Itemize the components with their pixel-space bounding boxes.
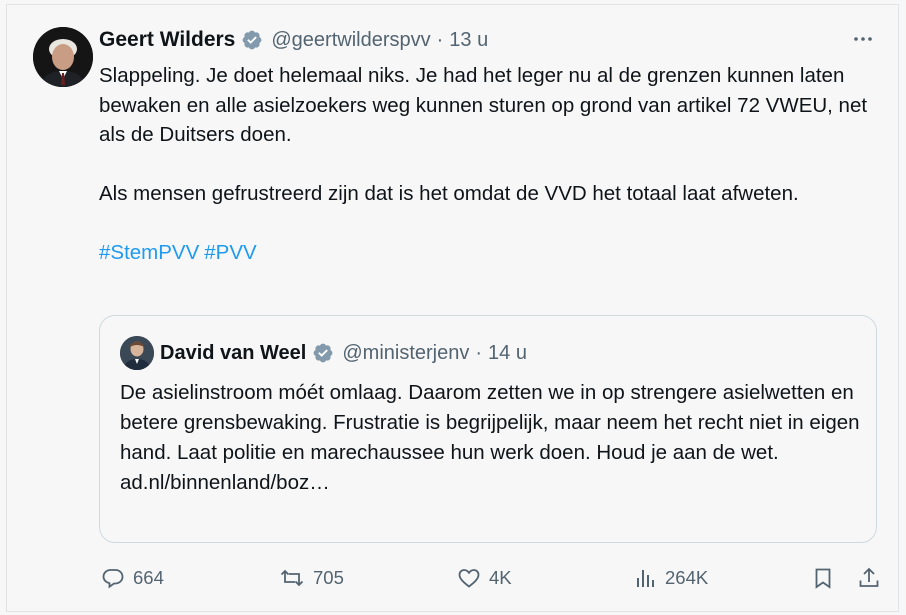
share-icon — [859, 567, 879, 587]
quoted-author-handle[interactable]: @ministerjenv — [342, 342, 469, 365]
quoted-tweet-header: David van Weel @ministerjenv · 14 u — [160, 338, 527, 368]
reply-count: 664 — [133, 567, 164, 588]
separator-dot: · — [475, 341, 483, 364]
hashtag-list: #StemPVV #PVV — [99, 238, 889, 268]
views-count: 264K — [665, 567, 709, 588]
more-icon — [854, 37, 872, 41]
quoted-tweet-body: De asielinstroom móét omlaag. Daarom zet… — [120, 381, 860, 464]
quoted-tweet-timestamp[interactable]: 14 u — [488, 342, 527, 365]
tweet-card[interactable]: Geert Wilders @geertwilderspvv · 13 u Sl… — [6, 4, 899, 612]
tweet-paragraph: Als mensen gefrustreerd zijn dat is het … — [99, 182, 799, 205]
reply-button[interactable]: 664 — [101, 563, 164, 593]
quoted-author-avatar[interactable] — [120, 336, 154, 370]
verified-badge-icon — [242, 30, 262, 50]
quoted-tweet[interactable]: David van Weel @ministerjenv · 14 u De a… — [99, 315, 877, 543]
views-button[interactable]: 264K — [635, 563, 708, 593]
tweet-timestamp[interactable]: 13 u — [449, 29, 488, 52]
bookmark-button[interactable] — [811, 563, 843, 593]
action-bar: 664 705 4K 264K — [99, 563, 889, 593]
tweet-text: Slappeling. Je doet helemaal niks. Je ha… — [99, 61, 889, 268]
more-options-button[interactable] — [848, 27, 878, 51]
reply-icon — [102, 569, 124, 589]
tweet-paragraph: Slappeling. Je doet helemaal niks. Je ha… — [99, 64, 868, 146]
tweet-header: Geert Wilders @geertwilderspvv · 13 u — [99, 25, 878, 55]
repost-button[interactable]: 705 — [279, 563, 344, 593]
author-name[interactable]: Geert Wilders — [99, 28, 235, 52]
quoted-tweet-text: De asielinstroom móét omlaag. Daarom zet… — [120, 378, 860, 498]
author-avatar[interactable] — [33, 27, 93, 87]
repost-icon — [280, 569, 304, 587]
views-icon — [637, 570, 654, 587]
bookmark-icon — [815, 568, 831, 589]
share-button[interactable] — [857, 563, 889, 593]
separator-dot: · — [436, 28, 444, 51]
verified-badge-icon — [313, 343, 333, 363]
quoted-author-name[interactable]: David van Weel — [160, 342, 306, 365]
like-button[interactable]: 4K — [457, 563, 512, 593]
like-icon — [458, 569, 480, 588]
quoted-tweet-link[interactable]: ad.nl/binnenland/boz… — [120, 468, 860, 498]
hashtag-link[interactable]: #StemPVV — [99, 241, 199, 264]
author-handle[interactable]: @geertwilderspvv — [271, 29, 430, 52]
like-count: 4K — [489, 567, 512, 588]
hashtag-link[interactable]: #PVV — [204, 241, 256, 264]
repost-count: 705 — [313, 567, 344, 588]
